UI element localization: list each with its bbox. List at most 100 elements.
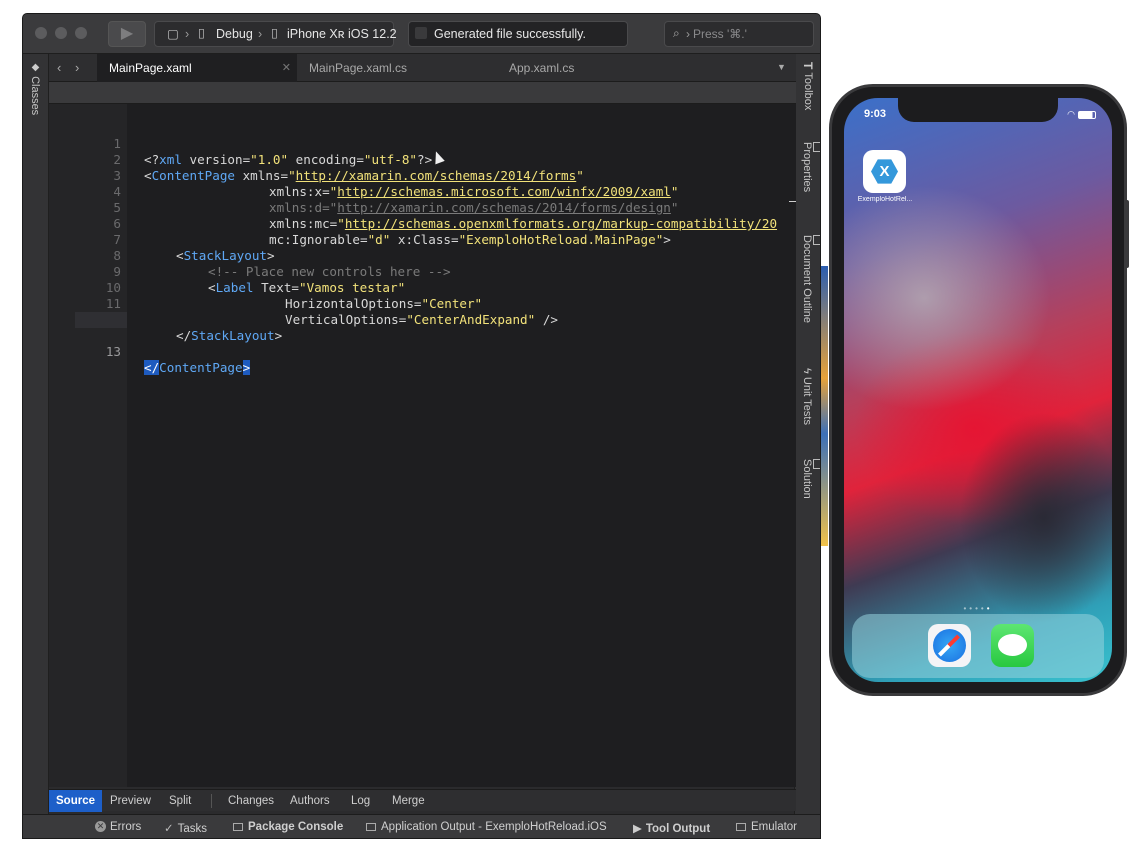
navigate-forward-icon[interactable]: › bbox=[75, 60, 79, 75]
minimize-window-button[interactable] bbox=[55, 27, 67, 39]
code-line: 10 HorizontalOptions="Center" bbox=[49, 264, 796, 311]
search-field[interactable]: ⌕ › Press '⌘.' bbox=[664, 21, 814, 47]
close-tab-icon[interactable]: ✕ bbox=[282, 54, 291, 82]
left-pad-strip: ◆ Classes bbox=[23, 54, 49, 814]
code-line: 6 mc:Ignorable="d" x:Class="ExemploHotRe… bbox=[49, 200, 796, 247]
pad-label: Emulator bbox=[751, 821, 798, 833]
code-line: 7 <StackLayout> bbox=[49, 216, 796, 263]
tab-list-dropdown-icon[interactable]: ▼ bbox=[777, 62, 786, 72]
code-token: </ bbox=[144, 360, 160, 375]
code-editor[interactable]: 1 <?xml version="1.0" encoding="utf-8"?>… bbox=[49, 104, 796, 787]
view-tab-authors[interactable]: Authors bbox=[283, 790, 337, 812]
code-line: 5 xmlns:mc="http://schemas.openxmlformat… bbox=[49, 184, 796, 231]
search-icon: ⌕ bbox=[673, 26, 680, 40]
chevron-right-icon: › bbox=[258, 27, 263, 41]
code-token: > bbox=[274, 328, 283, 343]
background-window-sliver bbox=[821, 266, 828, 546]
code-line: 9 <Label Text="Vamos testar" bbox=[49, 248, 796, 295]
classes-icon: ◆ bbox=[30, 62, 41, 73]
document-outline-icon bbox=[813, 235, 820, 245]
search-placeholder: Press '⌘.' bbox=[693, 27, 747, 41]
code-token: > bbox=[242, 360, 251, 375]
pad-tab-document-outline[interactable]: Document Outline bbox=[801, 235, 820, 324]
tab-mainpage-xaml[interactable]: MainPage.xaml ✕ bbox=[97, 54, 297, 82]
pad-tool-output[interactable]: ▶ Tool Output bbox=[633, 821, 710, 835]
line-number: 13 bbox=[105, 344, 121, 359]
iphone-simulator: 9:03 ◠ X ExemploHotRel... ••••• bbox=[829, 84, 1127, 696]
app-icon-exemplohotreload[interactable]: X bbox=[863, 150, 906, 193]
pad-package-console[interactable]: Package Console bbox=[233, 821, 343, 833]
pad-application-output[interactable]: Application Output - ExemploHotReload.iO… bbox=[366, 821, 607, 833]
solution-icon bbox=[813, 459, 820, 469]
pad-label: Tool Output bbox=[645, 823, 711, 835]
checkmark-icon: ✓ bbox=[164, 823, 174, 835]
code-line: 4 xmlns:d="http://xamarin.com/schemas/20… bbox=[49, 168, 796, 215]
run-button[interactable]: ▶ bbox=[108, 21, 146, 47]
tab-app-xaml-cs[interactable]: App.xaml.cs bbox=[497, 54, 697, 82]
properties-icon bbox=[813, 142, 820, 152]
code-token: </ bbox=[176, 328, 192, 343]
toolbox-icon: T bbox=[801, 62, 815, 70]
page-indicator[interactable]: ••••• bbox=[844, 604, 1112, 613]
pad-tab-label: Classes bbox=[29, 76, 41, 116]
pad-tab-label: Solution bbox=[801, 459, 813, 499]
pad-tab-unit-tests[interactable]: ϟ Unit Tests bbox=[801, 368, 813, 425]
pad-emulator[interactable]: Emulator bbox=[736, 821, 797, 833]
view-tab-merge[interactable]: Merge bbox=[385, 790, 432, 812]
tab-label: MainPage.xaml bbox=[109, 61, 192, 75]
pad-label: Errors bbox=[110, 821, 142, 833]
pad-tab-solution[interactable]: Solution bbox=[801, 459, 820, 499]
view-tab-changes[interactable]: Changes bbox=[221, 790, 281, 812]
messages-icon[interactable] bbox=[991, 624, 1034, 667]
play-icon: ▶ bbox=[633, 823, 642, 835]
safari-icon[interactable] bbox=[928, 624, 971, 667]
pad-label: Package Console bbox=[248, 821, 344, 833]
view-tab-source[interactable]: Source bbox=[49, 790, 102, 812]
output-icon bbox=[366, 822, 376, 831]
wifi-icon: ◠ bbox=[1067, 109, 1075, 119]
pad-tab-properties[interactable]: Properties bbox=[801, 142, 820, 192]
xamarin-logo-icon: X bbox=[871, 159, 898, 184]
view-tab-preview[interactable]: Preview bbox=[103, 790, 158, 812]
pad-tab-toolbox[interactable]: T Toolbox bbox=[801, 62, 815, 110]
speech-bubble-icon bbox=[998, 634, 1027, 656]
phone-notch bbox=[898, 98, 1058, 122]
navigate-back-icon[interactable]: ‹ bbox=[57, 60, 61, 75]
document-tab-bar: ‹ › MainPage.xaml ✕ MainPage.xaml.cs App… bbox=[49, 54, 796, 82]
code-line: 11 VerticalOptions="CenterAndExpand" /> bbox=[49, 280, 796, 327]
device-label[interactable]: iPhone Xʀ iOS 12.2 bbox=[287, 27, 397, 41]
pad-tasks[interactable]: ✓ Tasks bbox=[164, 821, 207, 835]
code-token: StackLayout bbox=[191, 328, 275, 343]
tab-mainpage-xaml-cs[interactable]: MainPage.xaml.cs bbox=[297, 54, 497, 82]
status-time: 9:03 bbox=[864, 108, 887, 120]
view-tab-log[interactable]: Log bbox=[344, 790, 377, 812]
status-area: Generated file successfully. bbox=[408, 21, 628, 47]
configuration-label[interactable]: Debug bbox=[216, 27, 253, 41]
device-icon: ▯ bbox=[271, 26, 278, 40]
view-tab-split[interactable]: Split bbox=[162, 790, 198, 812]
home-screen[interactable]: 9:03 ◠ X ExemploHotRel... ••••• bbox=[844, 98, 1112, 682]
close-window-button[interactable] bbox=[35, 27, 47, 39]
editor-view-tabs: Source Preview Split Changes Authors Log… bbox=[49, 789, 796, 812]
battery-icon bbox=[1078, 110, 1096, 119]
pad-tab-classes[interactable]: ◆ Classes bbox=[29, 62, 41, 115]
pad-tab-label: Document Outline bbox=[801, 235, 813, 324]
pad-label: Application Output - ExemploHotReload.iO… bbox=[381, 821, 607, 833]
error-icon: ✕ bbox=[95, 821, 106, 833]
dock bbox=[852, 614, 1104, 678]
code-line: 2 <ContentPage xmlns="http://xamarin.com… bbox=[49, 136, 796, 183]
code-line: 12 </StackLayout> bbox=[49, 296, 796, 343]
text-caret bbox=[789, 201, 796, 202]
status-message: Generated file successfully. bbox=[434, 27, 586, 41]
status-icon bbox=[415, 27, 427, 39]
project-icon: ▢ bbox=[167, 27, 179, 41]
title-bar: ▶ ▢ › ▯ Debug › ▯ iPhone Xʀ iOS 12.2 Gen… bbox=[23, 14, 820, 54]
scheme-selector[interactable]: ▢ › ▯ Debug › ▯ iPhone Xʀ iOS 12.2 bbox=[154, 21, 397, 47]
code-token: ContentPage bbox=[159, 360, 243, 375]
editor-path-bar bbox=[49, 82, 796, 104]
status-icons: ◠ bbox=[1067, 109, 1096, 120]
pad-errors[interactable]: ✕ Errors bbox=[95, 821, 141, 833]
code-line: 1 <?xml version="1.0" encoding="utf-8"?> bbox=[49, 120, 796, 167]
zoom-window-button[interactable] bbox=[75, 27, 87, 39]
app-label: ExemploHotRel... bbox=[857, 196, 913, 203]
